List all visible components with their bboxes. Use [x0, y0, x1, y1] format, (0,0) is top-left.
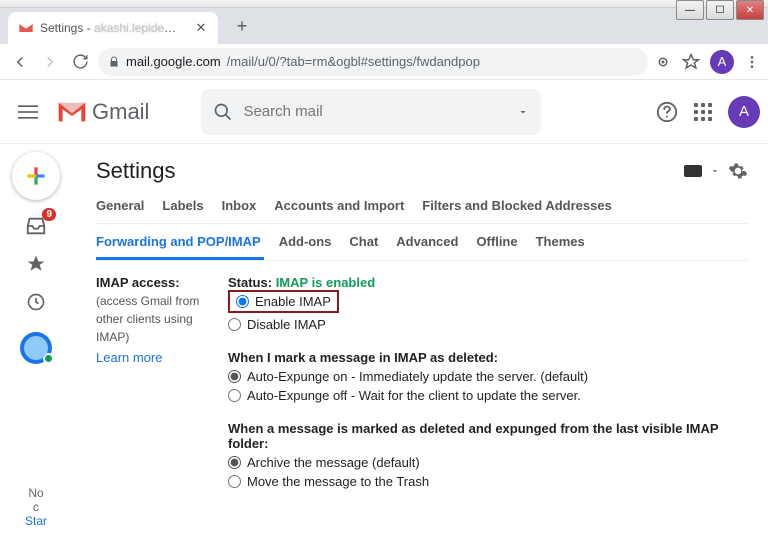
- archive-radio[interactable]: [228, 456, 241, 469]
- search-icon: [213, 102, 233, 122]
- chevron-down-icon[interactable]: [710, 166, 720, 176]
- main-menu-icon[interactable]: [8, 92, 48, 132]
- inbox-icon[interactable]: 9: [24, 214, 48, 238]
- left-rail: 9 No c Star: [0, 144, 72, 536]
- browser-tab-strip: Settings - akashi.lepide@gmail.c ✕ +: [0, 8, 768, 44]
- google-apps-icon[interactable]: [694, 103, 712, 121]
- tab-general[interactable]: General: [96, 198, 144, 213]
- minimize-button[interactable]: —: [676, 0, 704, 20]
- expunge-off-radio[interactable]: [228, 389, 241, 402]
- compose-button[interactable]: [12, 152, 60, 200]
- enable-imap-highlight: Enable IMAP: [228, 290, 339, 313]
- tab-accounts[interactable]: Accounts and Import: [274, 198, 404, 213]
- tab-addons[interactable]: Add-ons: [279, 234, 332, 249]
- expunge-on-radio[interactable]: [228, 370, 241, 383]
- settings-gear-icon[interactable]: [728, 161, 748, 181]
- inbox-badge: 9: [42, 208, 56, 221]
- tab-forwarding[interactable]: Forwarding and POP/IMAP: [96, 234, 261, 249]
- tab-offline[interactable]: Offline: [476, 234, 517, 249]
- tab-title: Settings - akashi.lepide@gmail.c: [40, 21, 188, 35]
- imap-access-sub: (access Gmail from other clients using I…: [96, 292, 216, 346]
- delete-heading: When I mark a message in IMAP as deleted…: [228, 350, 748, 365]
- tab-labels[interactable]: Labels: [162, 198, 203, 213]
- active-tab-underline: [96, 257, 264, 260]
- expunge-off-label: Auto-Expunge off - Wait for the client t…: [247, 388, 581, 403]
- trash-label: Move the message to the Trash: [247, 474, 429, 489]
- url-path: /mail/u/0/?tab=rm&ogbl#settings/fwdandpo…: [227, 54, 480, 69]
- enable-imap-radio[interactable]: [236, 295, 249, 308]
- archive-label: Archive the message (default): [247, 455, 420, 470]
- profile-avatar[interactable]: A: [710, 50, 734, 74]
- tab-inbox[interactable]: Inbox: [222, 198, 257, 213]
- imap-status: Status: IMAP is enabled: [228, 275, 748, 290]
- search-box[interactable]: [201, 89, 541, 135]
- url-input[interactable]: mail.google.com/mail/u/0/?tab=rm&ogbl#se…: [98, 48, 648, 76]
- browser-menu-icon[interactable]: [744, 54, 760, 70]
- window-controls: — ☐ ✕: [676, 0, 764, 20]
- search-dropdown-icon[interactable]: [517, 106, 529, 118]
- lock-icon: [108, 56, 120, 68]
- new-tab-button[interactable]: +: [228, 12, 256, 40]
- search-input[interactable]: [243, 103, 507, 120]
- learn-more-link[interactable]: Learn more: [96, 350, 216, 365]
- expunge-heading: When a message is marked as deleted and …: [228, 421, 748, 451]
- gmail-m-icon: [56, 100, 88, 124]
- browser-tab[interactable]: Settings - akashi.lepide@gmail.c ✕: [8, 12, 218, 44]
- main-panel: Settings General Labels Inbox Accounts a…: [72, 144, 768, 536]
- forward-button[interactable]: [38, 50, 62, 74]
- presence-indicator: [43, 353, 54, 364]
- extension-icon[interactable]: [654, 53, 672, 71]
- hangouts-avatar[interactable]: [20, 332, 52, 364]
- support-icon[interactable]: [656, 101, 678, 123]
- plus-icon: [23, 163, 49, 189]
- tab-themes[interactable]: Themes: [536, 234, 585, 249]
- gmail-header: Gmail A: [0, 80, 768, 144]
- starred-icon[interactable]: [24, 252, 48, 276]
- gmail-favicon-icon: [18, 20, 34, 36]
- reload-button[interactable]: [68, 50, 92, 74]
- start-meeting-link[interactable]: Star: [25, 514, 47, 528]
- account-avatar[interactable]: A: [728, 96, 760, 128]
- disable-imap-radio[interactable]: [228, 318, 241, 331]
- input-tools-icon[interactable]: [684, 165, 702, 177]
- url-domain: mail.google.com: [126, 54, 221, 69]
- tab-close-icon[interactable]: ✕: [194, 21, 208, 35]
- tab-chat[interactable]: Chat: [349, 234, 378, 249]
- expunge-on-label: Auto-Expunge on - Immediately update the…: [247, 369, 588, 384]
- gmail-logo[interactable]: Gmail: [56, 99, 149, 125]
- disable-imap-label: Disable IMAP: [247, 317, 326, 332]
- page-title: Settings: [96, 158, 176, 184]
- rail-bottom-text: No c Star: [25, 486, 47, 536]
- trash-radio[interactable]: [228, 475, 241, 488]
- close-button[interactable]: ✕: [736, 0, 764, 20]
- maximize-button[interactable]: ☐: [706, 0, 734, 20]
- enable-imap-label: Enable IMAP: [255, 294, 331, 309]
- back-button[interactable]: [8, 50, 32, 74]
- snoozed-icon[interactable]: [24, 290, 48, 314]
- tab-filters[interactable]: Filters and Blocked Addresses: [422, 198, 612, 213]
- gmail-product-name: Gmail: [92, 99, 149, 125]
- bookmark-star-icon[interactable]: [682, 53, 700, 71]
- imap-access-label: IMAP access:: [96, 275, 216, 290]
- tab-advanced[interactable]: Advanced: [396, 234, 458, 249]
- address-bar: mail.google.com/mail/u/0/?tab=rm&ogbl#se…: [0, 44, 768, 80]
